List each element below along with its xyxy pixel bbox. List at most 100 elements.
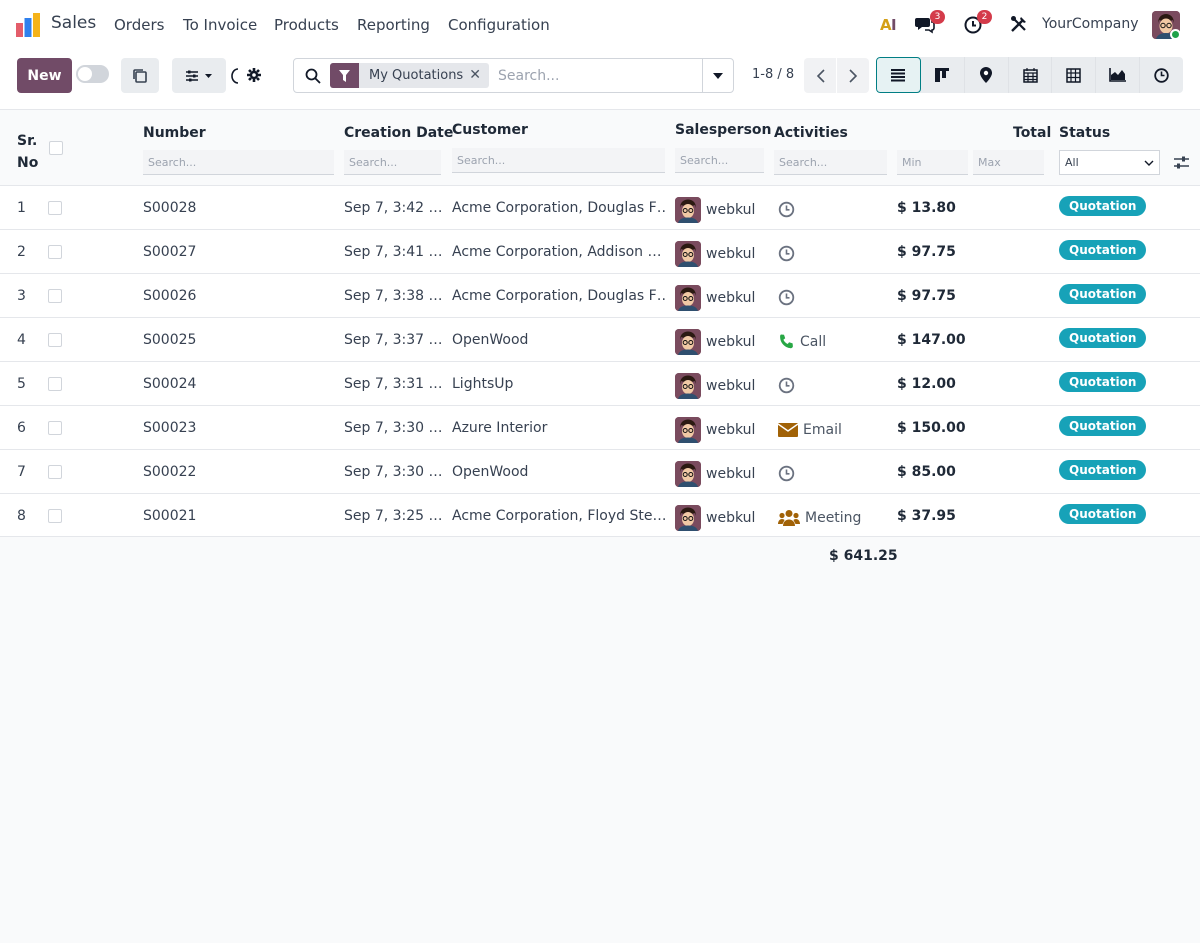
filter-customer-input[interactable]	[452, 148, 665, 173]
row-sr-no: 5	[17, 375, 26, 392]
pager-next-button[interactable]	[837, 58, 869, 93]
new-button[interactable]: New	[17, 58, 72, 93]
filter-creation-date-input[interactable]	[344, 150, 441, 175]
loading-spinner-icon	[231, 68, 239, 84]
select-all-checkbox[interactable]	[49, 141, 63, 155]
messages-count-badge: 3	[930, 10, 945, 24]
toggle-knob	[78, 67, 92, 81]
filter-salesperson-input[interactable]	[675, 148, 764, 173]
filter-activities-input[interactable]	[774, 150, 887, 175]
activity-view-button[interactable]	[1140, 57, 1183, 93]
table-row[interactable]: 8 S00021 Sep 7, 3:25 … Acme Corporation, Fl…	[0, 493, 1200, 537]
filter-total-min-input[interactable]	[897, 150, 968, 175]
header-salesperson[interactable]: Salesperson	[675, 122, 772, 138]
filter-facet-icon	[330, 63, 359, 88]
kanban-view-button[interactable]	[921, 57, 965, 93]
row-creation-date: Sep 7, 3:31 …	[344, 375, 443, 392]
ai-icon[interactable]: A I	[880, 14, 900, 34]
header-status[interactable]: Status	[1059, 125, 1110, 141]
graph-view-button[interactable]	[1096, 57, 1141, 93]
table-row[interactable]: 5 S00024 Sep 7, 3:31 … LightsUp webkul $ 12.0…	[0, 361, 1200, 405]
header-sr-no-line2: No	[17, 155, 39, 171]
calendar-view-button[interactable]	[1009, 57, 1053, 93]
map-view-button[interactable]	[965, 57, 1009, 93]
table-row[interactable]: 1 S00028 Sep 7, 3:42 … Acme Corporation, Do…	[0, 185, 1200, 229]
duplicate-button[interactable]	[121, 58, 159, 93]
row-activity-button[interactable]: Email	[778, 422, 842, 438]
header-customer[interactable]: Customer	[452, 122, 528, 138]
optional-columns-icon[interactable]	[1173, 155, 1190, 170]
table-row[interactable]: 3 S00026 Sep 7, 3:38 … Acme Corporation, Do…	[0, 273, 1200, 317]
nav-item-configuration[interactable]: Configuration	[448, 16, 550, 34]
row-checkbox[interactable]	[48, 508, 62, 523]
tools-icon[interactable]	[1009, 14, 1029, 34]
kanban-view-icon	[935, 68, 950, 82]
row-sr-no: 3	[17, 287, 26, 304]
row-number: S00024	[143, 375, 197, 392]
header-number[interactable]: Number	[143, 125, 206, 141]
header-total[interactable]: Total	[1013, 125, 1051, 141]
filter-status-value: All	[1065, 156, 1079, 169]
pager-previous-button[interactable]	[804, 58, 836, 93]
sales-app-icon[interactable]	[16, 13, 40, 37]
row-checkbox[interactable]	[48, 288, 62, 303]
search-options-toggle[interactable]	[702, 59, 733, 92]
row-activity-button[interactable]	[778, 245, 800, 262]
nav-item-reporting[interactable]: Reporting	[357, 16, 430, 34]
row-number: S00025	[143, 331, 197, 348]
salesperson-avatar	[675, 504, 701, 531]
table-row[interactable]: 6 S00023 Sep 7, 3:30 … Azure Interior webkul…	[0, 405, 1200, 449]
row-creation-date: Sep 7, 3:30 …	[344, 419, 443, 436]
pager-value[interactable]: 1-8 / 8	[752, 67, 794, 82]
nav-item-products[interactable]: Products	[274, 16, 339, 34]
search-icon[interactable]	[305, 68, 321, 84]
row-activity-button[interactable]	[778, 465, 800, 482]
table-row[interactable]: 2 S00027 Sep 7, 3:41 … Acme Corporation, Ad…	[0, 229, 1200, 273]
facet-remove-icon[interactable]: ✕	[469, 63, 489, 88]
row-checkbox[interactable]	[48, 420, 62, 435]
nav-item-to-invoice[interactable]: To Invoice	[183, 16, 257, 34]
gear-icon[interactable]	[246, 67, 262, 83]
table-row[interactable]: 7 S00022 Sep 7, 3:30 … OpenWood webkul $ 85.0…	[0, 449, 1200, 493]
company-name[interactable]: YourCompany	[1042, 16, 1139, 32]
row-checkbox[interactable]	[48, 464, 62, 479]
row-checkbox[interactable]	[48, 332, 62, 347]
header-creation-date[interactable]: Creation Date	[344, 125, 453, 141]
row-creation-date: Sep 7, 3:25 …	[344, 507, 443, 524]
search-input[interactable]	[498, 64, 698, 88]
row-checkbox[interactable]	[48, 376, 62, 391]
row-activity-button[interactable]: Call	[778, 333, 826, 350]
settings-dropdown-button[interactable]	[172, 58, 226, 93]
row-sr-no: 8	[17, 507, 26, 524]
search-facet-my-quotations[interactable]: My Quotations ✕	[330, 63, 489, 88]
app-title[interactable]: Sales	[51, 13, 96, 33]
filter-status-select[interactable]: All	[1059, 150, 1160, 175]
row-activity-button[interactable]	[778, 377, 800, 394]
toggle-switch[interactable]	[76, 65, 109, 83]
row-customer: Acme Corporation, Douglas F…	[452, 199, 667, 216]
filter-total-max-input[interactable]	[973, 150, 1044, 175]
caret-down-icon	[713, 72, 723, 79]
row-number: S00026	[143, 287, 197, 304]
row-activity-button[interactable]	[778, 201, 800, 218]
svg-text:I: I	[891, 16, 897, 34]
row-creation-date: Sep 7, 3:42 …	[344, 199, 443, 216]
row-number: S00023	[143, 419, 197, 436]
list-view-button[interactable]	[876, 57, 921, 93]
envelope-icon	[778, 422, 798, 438]
pivot-view-button[interactable]	[1052, 57, 1097, 93]
nav-item-orders[interactable]: Orders	[114, 16, 164, 34]
control-panel: New My Quotations ✕ Search... 1-8 / 8	[0, 50, 1200, 110]
header-activities[interactable]: Activities	[774, 125, 848, 141]
status-badge: Quotation	[1059, 327, 1147, 348]
row-activity-button[interactable]: Meeting	[778, 509, 861, 527]
row-activity-button[interactable]	[778, 289, 800, 306]
row-checkbox[interactable]	[48, 200, 62, 215]
row-total: $ 37.95	[897, 507, 956, 524]
table-row[interactable]: 4 S00025 Sep 7, 3:37 … OpenWood webkul Call $ …	[0, 317, 1200, 361]
row-checkbox[interactable]	[48, 244, 62, 259]
row-customer: LightsUp	[452, 375, 514, 392]
filter-number-input[interactable]	[143, 150, 334, 175]
clock-icon	[778, 201, 795, 218]
row-sr-no: 2	[17, 243, 26, 260]
